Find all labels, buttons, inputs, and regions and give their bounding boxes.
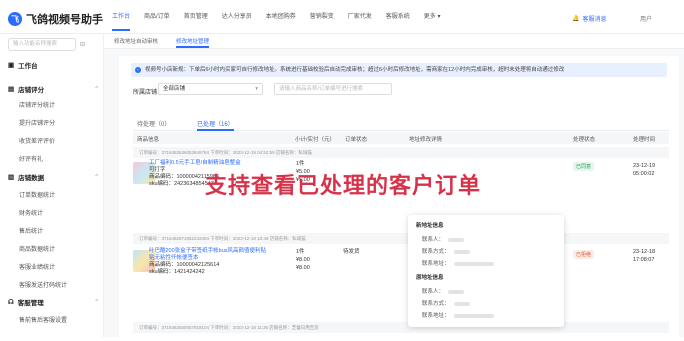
nav-products-orders[interactable]: 商品/订单 bbox=[144, 14, 170, 31]
top-bar: 飞 飞鸽视频号助手 工作台 商品/订单 首页管理 达人分享员 本地团购券 营销裂… bbox=[0, 0, 684, 34]
status-badge: 已同意 bbox=[573, 162, 595, 171]
old-address: 联系地址： bbox=[422, 311, 494, 319]
new-address: 联系地址： bbox=[422, 259, 494, 267]
sidebar-section-shop-data[interactable]: ▥ 店铺数据 ⌃ bbox=[8, 172, 99, 182]
product-code: 商品编码：10000042125614 bbox=[149, 262, 220, 268]
table-header: 商品信息 小计/实付（元） 订单状态 地址修改详情 处理状态 处理时间 bbox=[133, 132, 669, 144]
app-logo[interactable]: 飞 飞鸽视频号助手 bbox=[8, 11, 103, 27]
tab-processed[interactable]: 已处理（16） bbox=[197, 119, 234, 131]
headset-icon: ☊ bbox=[8, 299, 14, 306]
product-subtitle: 贴无粘性仟帐便签本 bbox=[149, 255, 199, 261]
order-header: 订单编号：3716482650057919104 下单时间：2023-12-18… bbox=[133, 322, 669, 333]
col-order-status: 订单状态 bbox=[345, 137, 368, 143]
order-header: 订单编号：3716482971062242304 下单时间：2023-12-18… bbox=[133, 233, 669, 244]
nav-marketing[interactable]: 营销裂变 bbox=[310, 14, 334, 31]
app-name: 飞鸽视频号助手 bbox=[26, 14, 103, 26]
sidebar-item-product-stats[interactable]: 商品数据统计 bbox=[19, 244, 55, 253]
sidebar-item-finance-stats[interactable]: 财务统计 bbox=[19, 208, 43, 217]
tab-address-management[interactable]: 修改地址管理 bbox=[176, 37, 210, 48]
sidebar-item-improve-score[interactable]: 提升店铺评分 bbox=[19, 118, 55, 127]
sub-tabs: 修改地址自动审核 修改地址管理 bbox=[104, 34, 684, 49]
nav-local-coupons[interactable]: 本地团购券 bbox=[266, 14, 296, 31]
sidebar-section-service-mgmt[interactable]: ☊ 客服管理 ⌃ bbox=[8, 297, 99, 307]
sidebar: 输入功能名称搜索 ⊟ ▣ 工作台 ▤ 店铺评分 ⌃ 店铺评分统计 提升店铺评分 收货差… bbox=[0, 34, 104, 337]
col-address-detail: 地址修改详情 bbox=[409, 137, 443, 143]
nav-dropship[interactable]: 厂家代发 bbox=[348, 14, 372, 31]
chevron-up-icon: ⌃ bbox=[94, 86, 100, 93]
info-icon: i bbox=[135, 67, 141, 73]
chevron-down-icon: ▾ bbox=[255, 86, 258, 92]
score-icon: ▤ bbox=[8, 86, 15, 93]
product-title[interactable]: 叶巴酷200张盒子带签纸手帐bus风高颜值便利贴 bbox=[149, 248, 266, 255]
overlay-caption: 支持查看已处理的客户订单 bbox=[205, 173, 482, 198]
info-banner: i 视频号小店新规：下单后6小时内买家可自行修改地址。系统进行基础校验后自动完成… bbox=[131, 63, 667, 77]
sidebar-item-service-code-stats[interactable]: 客服发送打码统计 bbox=[19, 280, 67, 289]
address-detail-popup: 新地址信息 联系人： 联系方式： 联系地址： 原地址信息 联系人： 联系方式： … bbox=[408, 215, 564, 327]
col-process-status: 处理状态 bbox=[573, 137, 596, 143]
function-search-input[interactable]: 输入功能名称搜索 bbox=[8, 38, 76, 51]
col-product: 商品信息 bbox=[137, 137, 160, 143]
sidebar-item-service-settings[interactable]: 售前售后客服设置 bbox=[19, 315, 67, 324]
nav-homepage[interactable]: 首页管理 bbox=[184, 14, 208, 31]
old-phone: 联系方式： bbox=[422, 299, 470, 307]
main-nav: 工作台 商品/订单 首页管理 达人分享员 本地团购券 营销裂变 厂家代发 客服系… bbox=[112, 14, 454, 31]
product-info: 叶巴酷200张盒子带签纸手帐bus风高颜值便利贴 贴无粘性仟帐便签本 商品编码：… bbox=[149, 248, 266, 276]
new-address-title: 新地址信息 bbox=[416, 223, 444, 229]
old-contact: 联系人： bbox=[422, 287, 465, 295]
order-status: 待发货 bbox=[343, 249, 360, 255]
order-header: 订单编号：3716482636053846784 下单时间：2023-12-19… bbox=[133, 147, 669, 158]
status-badge: 已拒绝 bbox=[573, 250, 595, 259]
nav-customer-service[interactable]: 客服系统 bbox=[386, 14, 410, 31]
sidebar-item-good-review-gift[interactable]: 好评有礼 bbox=[19, 154, 43, 163]
sidebar-item-service-stats[interactable]: 客服业绩统计 bbox=[19, 262, 55, 271]
nav-more[interactable]: 更多 ▾ bbox=[424, 14, 441, 31]
tab-auto-review[interactable]: 修改地址自动审核 bbox=[114, 37, 158, 48]
sidebar-item-bad-reviews[interactable]: 收货差评评价 bbox=[19, 136, 55, 145]
workbench-icon: ▣ bbox=[8, 62, 15, 69]
process-time: 23-12-19 05:00:02 bbox=[633, 163, 656, 177]
collapse-icon[interactable]: ⊟ bbox=[80, 41, 85, 48]
chevron-up-icon: ⌃ bbox=[94, 299, 100, 306]
logo-icon: 飞 bbox=[8, 12, 22, 26]
order-search-input[interactable]: 请输入商品名称/订单编号进行搜索 bbox=[274, 83, 392, 95]
chart-icon: ▥ bbox=[8, 174, 15, 181]
old-address-title: 原地址信息 bbox=[416, 275, 444, 281]
user-menu[interactable]: 用户 bbox=[640, 14, 652, 23]
process-time: 23-12-18 17:08:07 bbox=[633, 249, 656, 263]
new-phone: 联系方式： bbox=[422, 247, 470, 255]
sku-code: sku编码：1421424242 bbox=[149, 269, 205, 275]
nav-promoters[interactable]: 达人分享员 bbox=[222, 14, 252, 31]
sidebar-item-score-stats[interactable]: 店铺评分统计 bbox=[19, 100, 55, 109]
sidebar-section-shop-score[interactable]: ▤ 店铺评分 ⌃ bbox=[8, 84, 99, 94]
bell-icon: 🔔 bbox=[572, 16, 580, 22]
nav-workbench[interactable]: 工作台 bbox=[112, 14, 131, 31]
sidebar-item-order-stats[interactable]: 订单数据统计 bbox=[19, 190, 55, 199]
new-contact: 联系人： bbox=[422, 235, 465, 243]
chevron-up-icon: ⌃ bbox=[94, 174, 100, 181]
sidebar-section-workbench[interactable]: ▣ 工作台 bbox=[8, 60, 38, 70]
customer-message-link[interactable]: 🔔 客服消息 bbox=[572, 14, 607, 23]
shop-select[interactable]: 全部店铺 ▾ bbox=[158, 83, 263, 95]
col-subtotal: 小计/实付（元） bbox=[295, 137, 336, 143]
sidebar-item-aftersale-stats[interactable]: 售后统计 bbox=[19, 226, 43, 235]
status-tabs: 待处理（0） 已处理（16） bbox=[133, 114, 669, 131]
tab-pending[interactable]: 待处理（0） bbox=[137, 119, 170, 131]
col-process-time: 处理时间 bbox=[633, 137, 656, 143]
order-amount: 1件 ¥8.00 ¥8.00 bbox=[296, 249, 310, 271]
product-title[interactable]: 工厂福利0.5元手工皂/自制精油皂整盒 bbox=[149, 160, 241, 167]
